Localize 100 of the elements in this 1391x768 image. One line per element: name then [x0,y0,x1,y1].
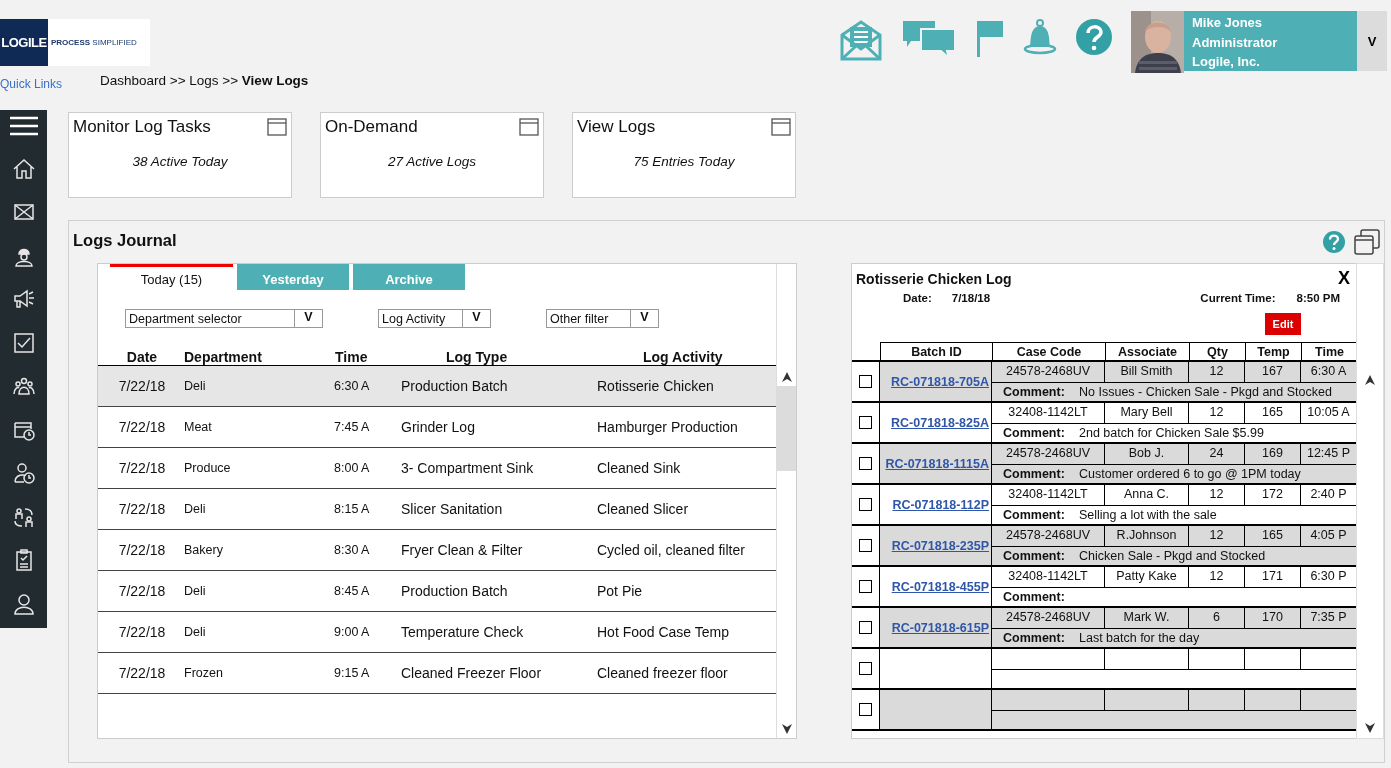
quick-links-link[interactable]: Quick Links [0,77,100,91]
table-row[interactable]: 7/22/18 Deli 9:00 A Temperature Check Hot Food Case Temp [98,612,776,653]
card-title: On-Demand [325,117,418,137]
help-icon[interactable] [1323,231,1345,253]
mail-icon[interactable] [12,201,35,223]
table-cell: 24578-2468UV [992,608,1105,628]
table-row[interactable]: 7/22/18 Produce 8:00 A 3- Compartment Sink Cleaned Sink [98,448,776,489]
checkbox[interactable] [859,703,872,716]
edit-button[interactable]: Edit [1265,313,1301,335]
dropdown[interactable]: Other filter V [546,309,659,328]
column-header: Batch ID [880,342,992,361]
tab[interactable]: Today (15) [110,264,233,290]
comment-label: Comment: [1003,385,1066,399]
restore-window-icon[interactable] [1354,229,1380,255]
scroll-down-icon[interactable] [780,723,793,735]
table-cell-text: Cleaned Slicer [597,501,690,517]
table-row[interactable]: 7/22/18 Meat 7:45 A Grinder Log Hamburger Production [98,407,776,448]
table-cell: 12 [1189,403,1245,423]
scrollbar[interactable] [1356,263,1384,739]
table-cell-text: Deli [184,502,207,516]
window-icon[interactable] [519,118,539,136]
comment-text: Selling a lot with the sale [1079,508,1217,522]
checkbox[interactable] [859,498,872,511]
scroll-thumb[interactable] [777,386,796,471]
card-subtitle: 38 Active Today [131,154,229,169]
user-menu-button[interactable]: V [1357,11,1387,71]
table-cell-text: 7/22/18 [117,542,167,558]
help-icon[interactable] [1076,19,1112,55]
checkbox-icon[interactable] [12,331,35,354]
table-row[interactable]: 7/22/18 Bakery 8:30 A Fryer Clean & Filter Cycled oil, cleaned filter [98,530,776,571]
menu-icon[interactable] [9,116,38,136]
checkbox[interactable] [859,539,872,552]
window-icon[interactable] [771,118,791,136]
table-cell-text: 8:15 A [333,502,371,516]
checkbox[interactable] [859,457,872,470]
scrollbar[interactable] [776,264,796,738]
table-cell: 165 [1245,526,1301,546]
comment-label: Comment: [1003,467,1066,481]
table-cell: Mary Bell [1105,403,1189,423]
table-row[interactable]: 7/22/18 Deli 6:30 A Production Batch Rotisserie Chicken [98,366,776,407]
person-icon[interactable] [12,592,35,615]
table-row[interactable]: 7/22/18 Frozen 9:15 A Cleaned Freezer Floor Cleaned freezer floor [98,653,776,694]
batch-link[interactable]: RC-071818-235P [891,538,989,553]
table-cell-text: Production Batch [401,378,509,394]
table-row[interactable]: RC-071818-1115A 24578-2468UV Bob J. 24 169 12:45 P Comment: Customer ordered 6 to go @ 1PM today [852,444,1356,485]
checkbox[interactable] [859,580,872,593]
table-cell-text: Pot Pie [597,583,644,599]
comment-text: No Issues - Chicken Sale - Pkgd and Stocked [1079,385,1332,399]
summary-card[interactable]: Monitor Log Tasks 38 Active Today [68,112,292,198]
table-cell: 169 [1245,444,1301,464]
table-cell-text: Frozen [184,666,224,680]
table-row[interactable]: 7/22/18 Deli 8:45 A Production Batch Pot Pie [98,571,776,612]
card-subtitle: 75 Entries Today [632,154,736,169]
scroll-down-icon[interactable] [1364,722,1376,734]
checkbox[interactable] [859,375,872,388]
table-cell: 32408-1142LT [992,403,1105,423]
people-cycle-icon[interactable] [12,505,35,528]
summary-card[interactable]: View Logs 75 Entries Today [572,112,796,198]
checkbox[interactable] [859,416,872,429]
table-row[interactable]: 7/22/18 Deli 8:15 A Slicer Sanitation Cleaned Slicer [98,489,776,530]
table-row[interactable]: RC-071818-705A 24578-2468UV Bill Smith 12 167 6:30 A Comment: No Issues - Chicken Sale - Pkgd and Stocked [852,362,1356,403]
checkbox[interactable] [859,662,872,675]
checkbox[interactable] [859,621,872,634]
batch-link[interactable]: RC-071818-705A [891,374,989,389]
close-button[interactable]: X [1338,268,1350,289]
table-cell: 12 [1189,567,1245,587]
table-cell-text: 8:00 A [333,461,371,475]
table-row[interactable] [852,690,1356,731]
batch-link[interactable]: RC-071818-112P [892,497,989,512]
person-clock-icon[interactable] [12,462,35,484]
batch-link[interactable]: RC-071818-1115A [885,456,989,471]
group-icon[interactable] [12,375,35,397]
dropdown[interactable]: Log Activity V [378,309,491,328]
table-cell-text: Temperature Check [401,624,525,640]
comment-label: Comment: [1003,590,1066,604]
comment-text: 2nd batch for Chicken Sale $5.99 [1079,426,1264,440]
megaphone-icon[interactable] [12,288,35,310]
table-cell: 12 [1189,485,1245,505]
table-row[interactable]: RC-071818-235P 24578-2468UV R.Johnson 12 165 4:05 P Comment: Chicken Sale - Pkgd and Stocked [852,526,1356,567]
table-cell: 12 [1189,526,1245,546]
table-cell: 172 [1245,485,1301,505]
table-cell-text: Meat [184,420,213,434]
table-cell-text: 7/22/18 [117,460,167,476]
breadcrumb: Dashboard >> Logs >> View Logs [100,73,309,88]
window-icon[interactable] [267,118,287,136]
table-row[interactable]: RC-071818-615P 24578-2468UV Mark W. 6 170 7:35 P Comment: Last batch for the day [852,608,1356,649]
dropdown[interactable]: Department selector V [125,309,323,328]
home-icon[interactable] [12,157,35,180]
table-cell: 167 [1245,362,1301,382]
batch-link[interactable]: RC-071818-615P [891,620,989,635]
column-header: Date [125,349,159,365]
table-cell-text: 6:30 A [333,379,371,393]
summary-card[interactable]: On-Demand 27 Active Logs [320,112,544,198]
scroll-up-icon[interactable] [1364,374,1376,386]
column-header: Department [184,349,263,365]
table-cell-text: 8:30 A [333,543,371,557]
user-company: Logile, Inc. [1192,53,1261,71]
batch-link[interactable]: RC-071818-825A [891,415,989,430]
scroll-up-icon[interactable] [780,371,793,383]
batch-link[interactable]: RC-071818-455P [891,579,989,594]
